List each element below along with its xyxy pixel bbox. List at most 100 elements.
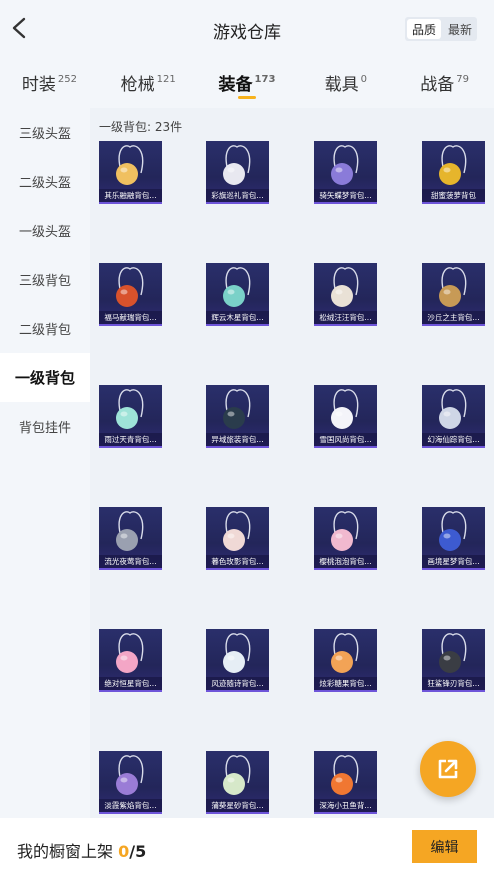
item-name: 深海小丑鱼背... xyxy=(314,799,377,812)
flame-backpack-icon xyxy=(116,755,144,795)
sidebar-item-backpack-2[interactable]: 二级背包 xyxy=(0,304,90,353)
item-name: 异域旅装背包... xyxy=(206,433,269,446)
item-card[interactable]: 蒲葵星砂背包... xyxy=(206,751,269,814)
category-tabs: 时装 252 枪械 121 装备 173 载具 0 战备 79 xyxy=(0,58,494,108)
showcase-count: 0 xyxy=(118,842,130,861)
item-name: 暮色玫影背包... xyxy=(206,555,269,568)
item-name: 淡霞紫焰背包... xyxy=(99,799,162,812)
item-name: 雪国风尚背包... xyxy=(314,433,377,446)
traveler-backpack-icon xyxy=(223,389,251,429)
showcase-bar: 我的橱窗上架 0/5 编辑 xyxy=(0,818,494,875)
item-name: 彩旗巡礼背包... xyxy=(206,189,269,202)
cup-backpack-icon xyxy=(116,145,144,185)
shirt-backpack-icon xyxy=(223,633,251,673)
item-card[interactable]: 幻海仙踪背包... xyxy=(422,385,485,448)
item-card[interactable]: 画境星梦背包... xyxy=(422,507,485,570)
item-card[interactable]: 雨过天青背包... xyxy=(99,385,162,448)
sidebar-item-backpack-1[interactable]: 一级背包 xyxy=(0,353,90,402)
item-card[interactable]: 甜蜜菠萝背包 xyxy=(422,141,485,204)
sidebar-item-backpack-3[interactable]: 三级背包 xyxy=(0,255,90,304)
item-name: 辉云木星背包... xyxy=(206,311,269,324)
item-name: 松绒汪汪背包... xyxy=(314,311,377,324)
tab-count: 252 xyxy=(57,74,77,85)
item-card[interactable]: 暮色玫影背包... xyxy=(206,507,269,570)
item-card[interactable]: 狂鲨锋刃背包... xyxy=(422,629,485,692)
item-card[interactable]: 异域旅装背包... xyxy=(206,385,269,448)
tab-count: 79 xyxy=(456,74,469,85)
horse-backpack-icon xyxy=(116,267,144,307)
active-tab-indicator xyxy=(237,96,256,99)
item-card[interactable]: 风迹随诗背包... xyxy=(206,629,269,692)
item-name: 蒲葵星砂背包... xyxy=(206,799,269,812)
item-name: 绝对恒星背包... xyxy=(99,677,162,690)
item-name: 樱桃泡泡背包... xyxy=(314,555,377,568)
tab-supplies[interactable]: 战备 79 xyxy=(395,58,494,108)
showcase-total: /5 xyxy=(129,842,147,861)
clownfish-backpack-icon xyxy=(331,755,359,795)
tab-vehicles[interactable]: 载具 0 xyxy=(296,58,395,108)
item-name: 狂鲨锋刃背包... xyxy=(422,677,485,690)
tab-count: 173 xyxy=(254,74,276,85)
item-card[interactable]: 辉云木星背包... xyxy=(206,263,269,326)
jade-backpack-icon xyxy=(116,389,144,429)
tab-guns[interactable]: 枪械 121 xyxy=(99,58,198,108)
top-bar: 游戏仓库 品质 最新 xyxy=(0,0,494,58)
poodle-backpack-icon xyxy=(331,267,359,307)
share-button[interactable] xyxy=(420,741,476,797)
item-card[interactable]: 彩旗巡礼背包... xyxy=(206,141,269,204)
item-card[interactable]: 沙丘之主背包... xyxy=(422,263,485,326)
item-card[interactable]: 骑矢蝶梦背包... xyxy=(314,141,377,204)
item-card[interactable]: 淡霞紫焰背包... xyxy=(99,751,162,814)
sort-toggle: 品质 最新 xyxy=(405,17,477,41)
item-card[interactable]: 其乐融融背包... xyxy=(99,141,162,204)
item-count-label: 一级背包: 23件 xyxy=(99,120,183,134)
item-name: 画境星梦背包... xyxy=(422,555,485,568)
sort-quality-button[interactable]: 品质 xyxy=(407,19,441,39)
share-icon xyxy=(438,759,458,779)
tab-equipment[interactable]: 装备 173 xyxy=(198,58,297,108)
sidebar-item-backpack-charm[interactable]: 背包挂件 xyxy=(0,402,90,451)
sidebar-item-helmet-3[interactable]: 三级头盔 xyxy=(0,108,90,157)
bat-backpack-icon xyxy=(223,511,251,551)
shark-backpack-icon xyxy=(439,633,467,673)
item-name: 沙丘之主背包... xyxy=(422,311,485,324)
sidebar-item-helmet-2[interactable]: 二级头盔 xyxy=(0,157,90,206)
item-card[interactable]: 樱桃泡泡背包... xyxy=(314,507,377,570)
item-card[interactable]: 深海小丑鱼背... xyxy=(314,751,377,814)
item-name: 其乐融融背包... xyxy=(99,189,162,202)
sidebar: 三级头盔 二级头盔 一级头盔 三级背包 二级背包 一级背包 背包挂件 xyxy=(0,108,90,818)
crystal-backpack-icon xyxy=(331,145,359,185)
tab-count: 0 xyxy=(360,74,367,85)
item-grid-panel: 一级背包: 23件 其乐融融背包... 彩旗巡礼背包... 骑矢蝶梦背包... 甜蜜菠… xyxy=(90,108,494,818)
item-name: 幻海仙踪背包... xyxy=(422,433,485,446)
item-card[interactable]: 雪国风尚背包... xyxy=(314,385,377,448)
scorpion-backpack-icon xyxy=(439,267,467,307)
item-card[interactable]: 绝对恒星背包... xyxy=(99,629,162,692)
tab-count: 121 xyxy=(156,74,176,85)
shell-backpack-icon xyxy=(439,389,467,429)
item-name: 风迹随诗背包... xyxy=(206,677,269,690)
donut-backpack-icon xyxy=(331,633,359,673)
item-name: 流光夜莺背包... xyxy=(99,555,162,568)
drink-backpack-icon xyxy=(116,633,144,673)
item-card[interactable]: 松绒汪汪背包... xyxy=(314,263,377,326)
item-name: 甜蜜菠萝背包 xyxy=(422,189,485,202)
edit-button[interactable]: 编辑 xyxy=(412,830,477,863)
frame-backpack-icon xyxy=(439,511,467,551)
tab-fashion[interactable]: 时装 252 xyxy=(0,58,99,108)
item-card[interactable]: 炫彩糖果背包... xyxy=(314,629,377,692)
planet-backpack-icon xyxy=(223,267,251,307)
sort-newest-button[interactable]: 最新 xyxy=(443,17,477,41)
sidebar-item-helmet-1[interactable]: 一级头盔 xyxy=(0,206,90,255)
fan-backpack-icon xyxy=(223,755,251,795)
mascot-backpack-icon xyxy=(223,145,251,185)
item-name: 雨过天青背包... xyxy=(99,433,162,446)
item-name: 炫彩糖果背包... xyxy=(314,677,377,690)
bird-backpack-icon xyxy=(116,511,144,551)
bunny-backpack-icon xyxy=(331,389,359,429)
item-card[interactable]: 流光夜莺背包... xyxy=(99,507,162,570)
item-card[interactable]: 福马献瑞背包... xyxy=(99,263,162,326)
bow-backpack-icon xyxy=(331,511,359,551)
item-name: 骑矢蝶梦背包... xyxy=(314,189,377,202)
showcase-label: 我的橱窗上架 0/5 xyxy=(17,842,147,861)
